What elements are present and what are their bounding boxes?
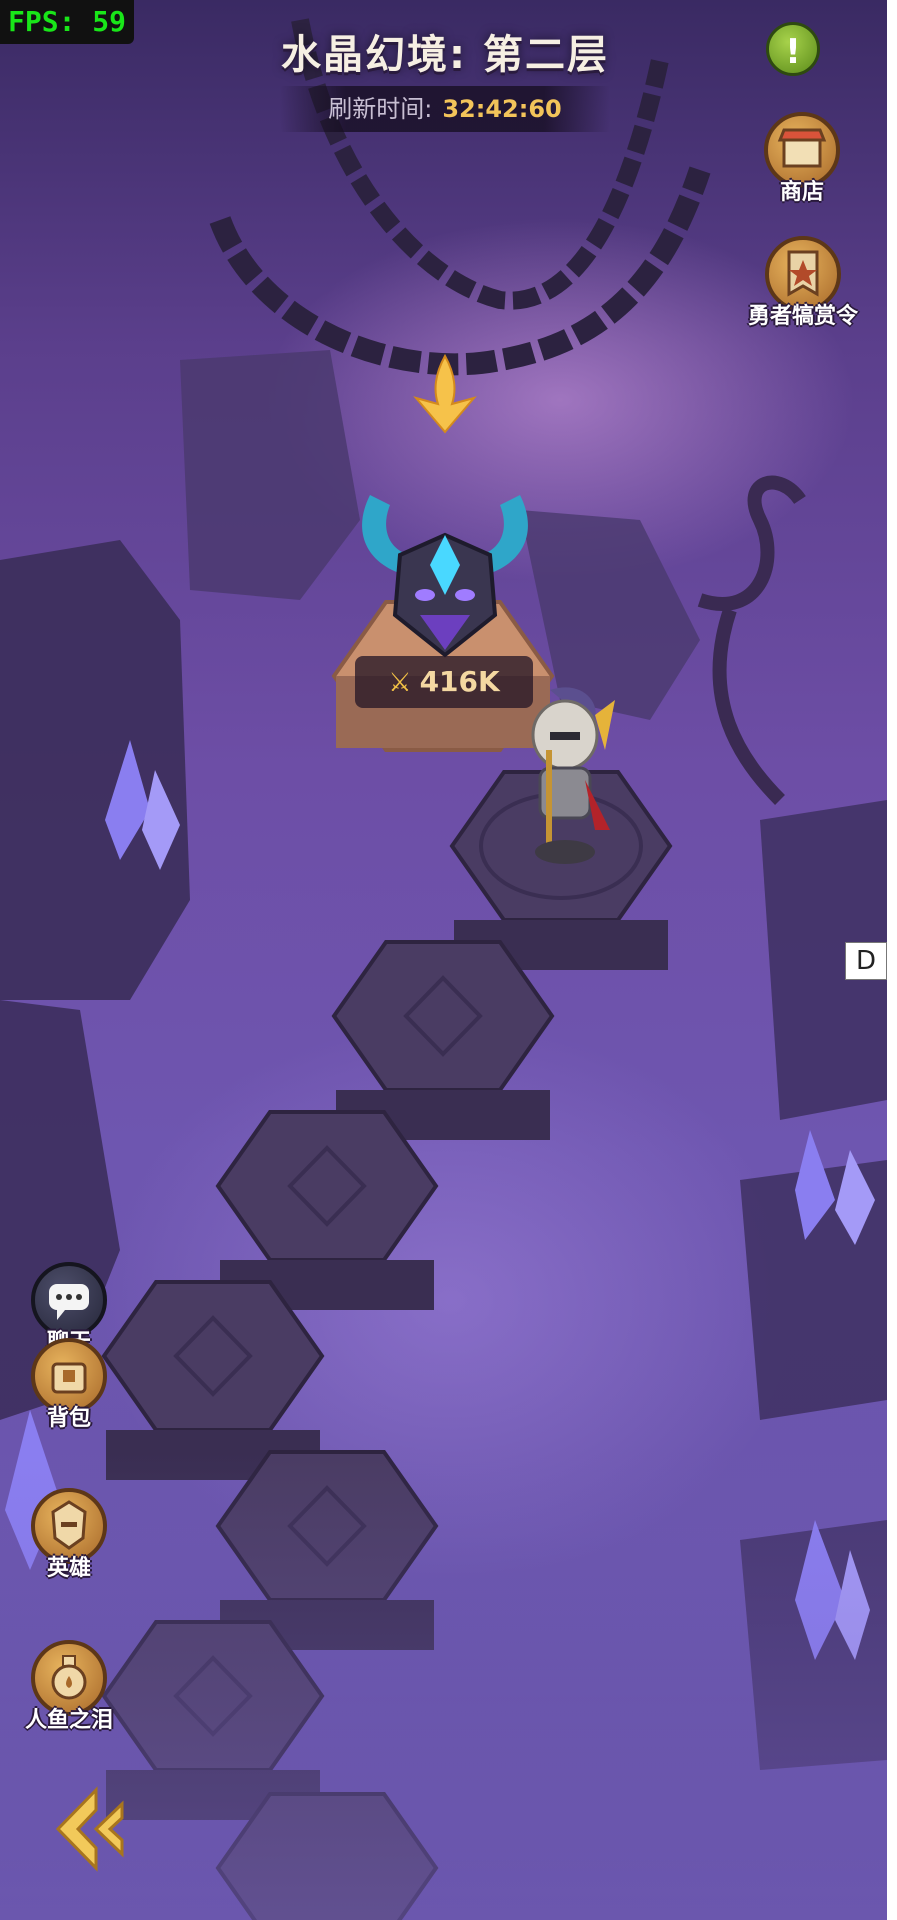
bounty-order-label: 勇者犒赏令 — [747, 304, 858, 329]
refresh-time-value: 32:42:60 — [442, 95, 562, 123]
bag-button[interactable]: 背包 — [24, 1338, 114, 1432]
game-scene: ⚔ 416K 水晶幻境: 第二层 刷新时间: 32:42:60 ! 商店 勇者犒… — [0, 0, 887, 1920]
player-knight — [531, 687, 615, 864]
side-strip — [887, 0, 897, 1920]
target-arrow-icon — [413, 354, 477, 434]
bag-label: 背包 — [46, 1406, 91, 1431]
mermaid-tear-button[interactable]: 人鱼之泪 — [12, 1640, 126, 1734]
hero-label: 英雄 — [46, 1556, 91, 1581]
mermaid-tear-label: 人鱼之泪 — [24, 1708, 113, 1733]
shop-label: 商店 — [779, 180, 824, 205]
crystal-right-1 — [795, 1130, 875, 1245]
exclamation-icon[interactable]: ! — [766, 22, 820, 76]
stage-title: 水晶幻境: 第二层 — [281, 32, 609, 78]
hero-button[interactable]: 英雄 — [24, 1488, 114, 1582]
enemy-power-value: 416K — [419, 665, 500, 698]
fog-overlay — [0, 1450, 887, 1920]
enemy-power-badge: ⚔ 416K — [355, 656, 533, 708]
horned-helmet-boss-icon[interactable] — [350, 475, 540, 665]
crystal-left — [105, 740, 180, 870]
refresh-timer: 刷新时间: 32:42:60 — [280, 86, 610, 132]
refresh-label: 刷新时间: — [328, 95, 433, 123]
bounty-order-button[interactable]: 勇者犒赏令 — [730, 236, 876, 330]
shop-button[interactable]: 商店 — [752, 112, 852, 206]
side-badge[interactable]: D — [845, 942, 887, 980]
back-chevrons-icon[interactable] — [50, 1786, 126, 1872]
crossed-swords-icon: ⚔ — [388, 668, 412, 698]
fps-counter: FPS: 59 — [0, 0, 135, 44]
